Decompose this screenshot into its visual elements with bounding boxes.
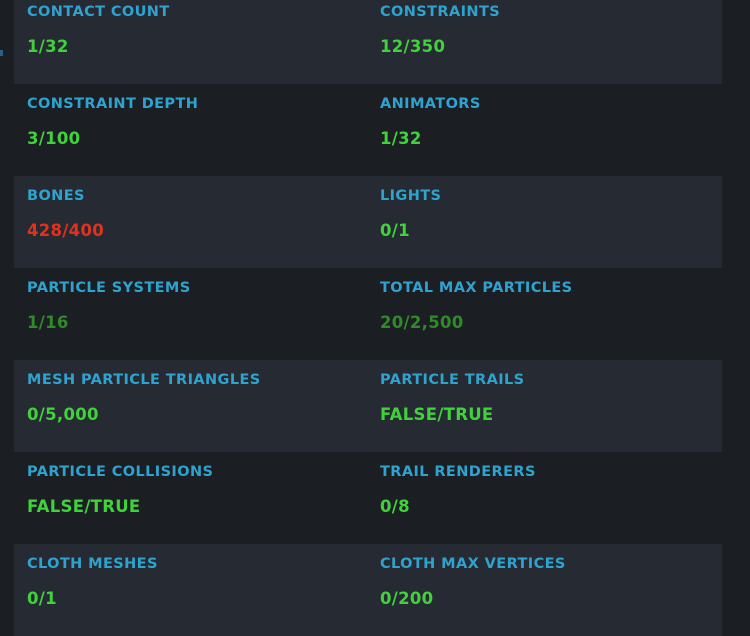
stat-value: 0/8 <box>380 497 410 516</box>
stat-label: TRAIL RENDERERS <box>380 464 536 480</box>
stat-value: 20/2,500 <box>380 313 464 332</box>
stats-row-bones: BONES 428/400 LIGHTS 0/1 <box>14 176 722 268</box>
stat-label: MESH PARTICLE TRIANGLES <box>27 372 261 388</box>
stat-label: PARTICLE TRAILS <box>380 372 525 388</box>
stat-value: 3/100 <box>27 129 81 148</box>
stats-row-mesh-particles: MESH PARTICLE TRIANGLES 0/5,000 PARTICLE… <box>14 360 722 452</box>
stat-value: FALSE/TRUE <box>380 405 494 424</box>
stat-label: CLOTH MAX VERTICES <box>380 556 566 572</box>
stat-value: 0/5,000 <box>27 405 99 424</box>
stats-row-constraint-depth: CONSTRAINT DEPTH 3/100 ANIMATORS 1/32 <box>14 84 722 176</box>
stat-trail-renderers: TRAIL RENDERERS 0/8 <box>368 452 722 544</box>
stat-lights: LIGHTS 0/1 <box>368 176 722 268</box>
performance-stats-panel: CONTACT COUNT 1/32 CONSTRAINTS 12/350 CO… <box>14 0 722 636</box>
stat-particle-trails: PARTICLE TRAILS FALSE/TRUE <box>368 360 722 452</box>
stat-cloth-max-vertices: CLOTH MAX VERTICES 0/200 <box>368 544 722 636</box>
stat-label: CONSTRAINT DEPTH <box>27 96 199 112</box>
stat-label: CLOTH MESHES <box>27 556 158 572</box>
stat-contact-count: CONTACT COUNT 1/32 <box>14 0 368 84</box>
stat-label: TOTAL MAX PARTICLES <box>380 280 573 296</box>
stat-particle-systems: PARTICLE SYSTEMS 1/16 <box>14 268 368 360</box>
stats-row-cloth: CLOTH MESHES 0/1 CLOTH MAX VERTICES 0/20… <box>14 544 722 636</box>
stat-label: LIGHTS <box>380 188 442 204</box>
stat-animators: ANIMATORS 1/32 <box>368 84 722 176</box>
stat-value: 0/1 <box>27 589 57 608</box>
stat-mesh-particle-triangles: MESH PARTICLE TRIANGLES 0/5,000 <box>14 360 368 452</box>
stat-value: 0/200 <box>380 589 434 608</box>
stat-label: PARTICLE COLLISIONS <box>27 464 214 480</box>
stat-label: ANIMATORS <box>380 96 481 112</box>
stat-value: FALSE/TRUE <box>27 497 141 516</box>
stat-particle-collisions: PARTICLE COLLISIONS FALSE/TRUE <box>14 452 368 544</box>
stat-value: 12/350 <box>380 37 446 56</box>
stat-label: CONTACT COUNT <box>27 4 170 20</box>
edge-marker <box>0 50 3 56</box>
stat-constraints: CONSTRAINTS 12/350 <box>368 0 722 84</box>
stat-value: 1/16 <box>27 313 69 332</box>
stat-label: BONES <box>27 188 85 204</box>
window-edge <box>722 0 750 610</box>
stat-bones: BONES 428/400 <box>14 176 368 268</box>
stats-row-particle-systems: PARTICLE SYSTEMS 1/16 TOTAL MAX PARTICLE… <box>14 268 722 360</box>
stat-cloth-meshes: CLOTH MESHES 0/1 <box>14 544 368 636</box>
stat-label: CONSTRAINTS <box>380 4 501 20</box>
stat-value: 1/32 <box>380 129 422 148</box>
stat-total-max-particles: TOTAL MAX PARTICLES 20/2,500 <box>368 268 722 360</box>
stats-row-contact: CONTACT COUNT 1/32 CONSTRAINTS 12/350 <box>14 0 722 84</box>
stats-row-particle-collisions: PARTICLE COLLISIONS FALSE/TRUE TRAIL REN… <box>14 452 722 544</box>
stat-value: 428/400 <box>27 221 105 240</box>
stat-constraint-depth: CONSTRAINT DEPTH 3/100 <box>14 84 368 176</box>
stat-value: 1/32 <box>27 37 69 56</box>
stat-value: 0/1 <box>380 221 410 240</box>
stat-label: PARTICLE SYSTEMS <box>27 280 191 296</box>
